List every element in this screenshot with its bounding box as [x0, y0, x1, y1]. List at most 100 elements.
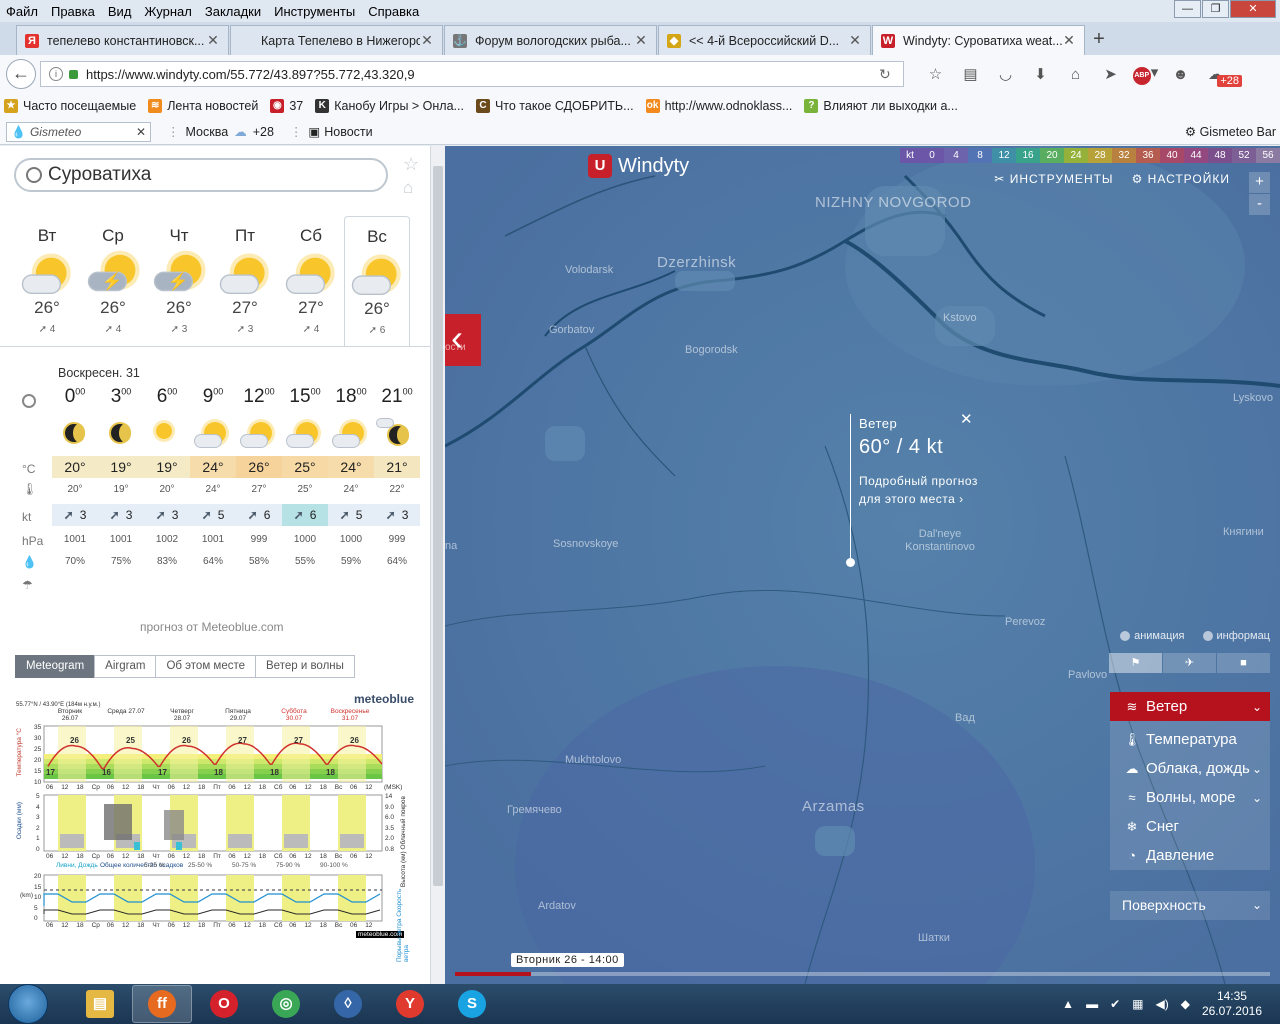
browser-tab-1[interactable]: Карта Тепелево в Нижегород...✕ [230, 25, 443, 55]
tools-button[interactable]: ✂ ИНСТРУМЕНТЫ [994, 172, 1113, 186]
maximize-button[interactable]: ❐ [1202, 0, 1229, 18]
timeline-slider[interactable] [455, 972, 1270, 976]
language-flag-icon[interactable]: ▬ [1086, 997, 1098, 1011]
taskbar-skype[interactable]: S [442, 985, 502, 1023]
tab-close-icon[interactable]: ✕ [420, 32, 434, 49]
taskbar-chrome[interactable]: ◎ [256, 985, 316, 1023]
start-button[interactable] [8, 984, 48, 1024]
security-icon[interactable]: ✔ [1110, 997, 1120, 1011]
day-card-3[interactable]: Пт 27° ➚ 3 [212, 216, 278, 346]
menu-item-3[interactable]: Журнал [144, 4, 191, 19]
day-card-1[interactable]: Ср ⚡ 26° ➚ 4 [80, 216, 146, 346]
tab-close-icon[interactable]: ✕ [1062, 32, 1076, 49]
home-icon[interactable]: ⌂ [1058, 66, 1093, 83]
panel-scrollbar[interactable] [430, 146, 445, 984]
gismeteo-city[interactable]: ⋮ Москва ☁ +28 [167, 124, 274, 140]
taskbar-unknown[interactable]: ◊ [318, 985, 378, 1023]
browser-tab-0[interactable]: Ятепелево константиновск... ✕ [16, 25, 229, 55]
gismeteo-search-input[interactable]: 💧 Gismeteo ✕ [6, 121, 151, 142]
adblock-icon[interactable]: ABP ▾ [1128, 63, 1163, 85]
favorite-star-icon[interactable]: ☆ [403, 154, 419, 175]
tab-close-icon[interactable]: ✕ [634, 32, 648, 49]
menu-item-0[interactable]: Файл [6, 4, 38, 19]
meteogram-tab-1[interactable]: Airgram [94, 655, 157, 678]
tab-close-icon[interactable]: ✕ [206, 32, 220, 49]
settings-button[interactable]: ⚙ НАСТРОЙКИ [1132, 172, 1230, 186]
scrollbar-thumb[interactable] [433, 166, 443, 886]
url-bar[interactable]: i https://www.windyty.com/55.772/43.897?… [40, 61, 904, 87]
meteogram-tab-2[interactable]: Об этом месте [155, 655, 257, 678]
bookmark-3[interactable]: K Канобу Игры > Онла... [315, 99, 464, 113]
day-card-4[interactable]: Сб 27° ➚ 4 [278, 216, 344, 346]
bookmark-1[interactable]: ≋ Лента новостей [148, 99, 258, 113]
smiley-icon[interactable]: ☻ [1163, 66, 1198, 83]
meteogram-tab-3[interactable]: Ветер и волны [255, 655, 355, 678]
browser-tab-3[interactable]: ◆ << 4-й Всероссийский D... ✕ [658, 25, 871, 55]
zoom-in-button[interactable]: + [1249, 172, 1270, 193]
taskbar-explorer[interactable]: ▤ [70, 985, 130, 1023]
volume-icon[interactable]: ◀) [1155, 997, 1168, 1011]
browser-tab-4[interactable]: W Windyty: Суроватиха weat... ✕ [872, 25, 1085, 55]
forecast-credit[interactable]: прогноз от Meteoblue.com [140, 620, 284, 634]
close-window-button[interactable]: ✕ [1230, 0, 1276, 18]
day-card-5[interactable]: Вс 26° ➚ 6 [344, 216, 410, 346]
bookmark-6[interactable]: ? Влияют ли выходки а... [804, 99, 958, 113]
gismeteo-bar-settings[interactable]: ⚙ Gismeteo Bar [1185, 124, 1276, 139]
bookmark-2[interactable]: ◉ 37 [270, 99, 303, 113]
location-name[interactable]: Суроватиха [48, 164, 151, 186]
location-search-input[interactable]: Суроватиха [14, 158, 388, 192]
home-location-icon[interactable]: ⌂ [403, 178, 413, 198]
menu-item-1[interactable]: Правка [51, 4, 95, 19]
pocket-icon[interactable]: ◡ [988, 65, 1023, 83]
checkbox-icon[interactable] [1202, 631, 1213, 641]
network-icon[interactable]: ▦ [1132, 997, 1143, 1011]
bookmark-star-icon[interactable]: ☆ [918, 65, 953, 83]
meteogram-tab-0[interactable]: Meteogram [15, 655, 96, 678]
windyty-map[interactable]: NIZHNY NOVGOROD Dzerzhinsk Volodarsk Gorbat… [445, 146, 1280, 984]
timeline-progress[interactable] [455, 972, 531, 976]
taskbar-opera[interactable]: O [194, 985, 254, 1023]
camera-mode-button[interactable]: ■ [1217, 653, 1270, 673]
clear-icon[interactable]: ✕ [136, 125, 146, 139]
taskbar-yandex[interactable]: Y [380, 985, 440, 1023]
plane-mode-button[interactable]: ✈ [1163, 653, 1216, 673]
layer-item-3[interactable]: ≈ Волны, море ⌄ [1110, 783, 1270, 812]
taskbar-firefox[interactable]: ff [132, 985, 192, 1023]
menu-item-4[interactable]: Закладки [205, 4, 261, 19]
reload-icon[interactable]: ↻ [879, 66, 895, 83]
new-tab-button[interactable]: + [1086, 25, 1112, 55]
windyty-logo[interactable]: U Windyty [588, 154, 689, 178]
layer-item-2[interactable]: ☁ Облака, дождь ⌄ [1110, 754, 1270, 783]
minimize-button[interactable]: — [1174, 0, 1201, 18]
layer-item-5[interactable]: ◔ Давление [1110, 841, 1270, 870]
day-card-0[interactable]: Вт 26° ➚ 4 [14, 216, 80, 346]
map-option-1[interactable]: информац [1202, 630, 1270, 642]
reader-list-icon[interactable]: ▤ [953, 65, 988, 83]
send-icon[interactable]: ➤ [1093, 65, 1128, 83]
surface-selector[interactable]: Поверхность ⌄ [1110, 891, 1270, 920]
back-button[interactable]: ← [6, 59, 36, 89]
zoom-out-button[interactable]: - [1249, 194, 1270, 215]
popup-close-icon[interactable]: ✕ [960, 410, 973, 428]
bookmark-4[interactable]: C Что такое СДОБРИТЬ... [475, 99, 634, 113]
layer-item-4[interactable]: ❄ Снег [1110, 812, 1270, 841]
info-icon[interactable]: i [49, 67, 63, 81]
download-icon[interactable]: ⬇ [1023, 65, 1058, 83]
menu-item-5[interactable]: Инструменты [274, 4, 355, 19]
map-option-0[interactable]: анимация [1120, 630, 1185, 642]
tray-expand-icon[interactable]: ▲ [1062, 997, 1074, 1011]
bookmark-5[interactable]: ok http://www.odnoklass... [645, 99, 792, 113]
taskbar-clock[interactable]: 14:35 26.07.2016 [1202, 989, 1262, 1019]
layer-item-1[interactable]: 🌡 Температура [1110, 725, 1270, 754]
url-text[interactable]: https://www.windyty.com/55.772/43.897?55… [86, 67, 879, 82]
notes-icon[interactable]: ◆ [1181, 997, 1190, 1011]
collapse-panel-button[interactable]: ‹ ости [445, 314, 481, 366]
browser-tab-2[interactable]: ⚓ Форум вологодских рыба... ✕ [444, 25, 657, 55]
popup-detail-link[interactable]: Подробный прогноз для этого места › [859, 472, 989, 508]
gismeteo-news[interactable]: ⋮ ▣ Новости [290, 124, 373, 140]
bookmark-0[interactable]: ★ Часто посещаемые [4, 99, 136, 113]
checkbox-icon[interactable] [1120, 631, 1131, 641]
day-card-2[interactable]: Чт ⚡ 26° ➚ 3 [146, 216, 212, 346]
menu-item-6[interactable]: Справка [368, 4, 419, 19]
menu-item-2[interactable]: Вид [108, 4, 132, 19]
